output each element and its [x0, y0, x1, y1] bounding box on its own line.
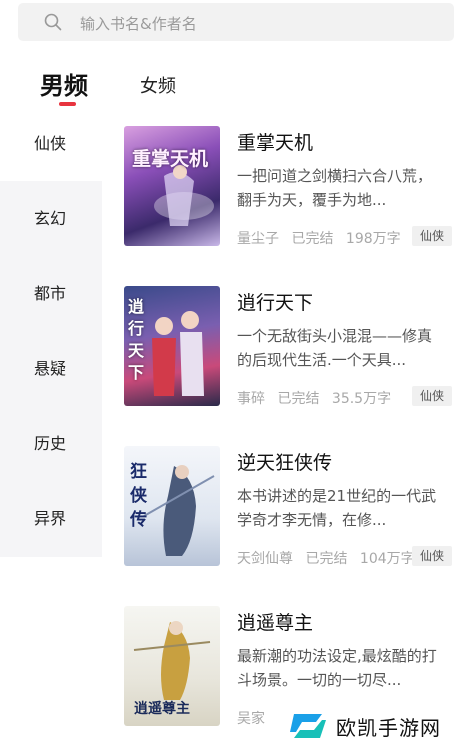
- watermark-logo-icon: [290, 714, 326, 738]
- book-item[interactable]: 狂侠传 逆天狂侠传 本书讲述的是21世纪的一代武学奇才李无情，在修... 天剑仙…: [124, 446, 464, 568]
- sidebar-item-yijie[interactable]: 异界: [0, 482, 102, 556]
- book-tag[interactable]: 仙侠: [412, 546, 453, 566]
- search-icon: [44, 13, 62, 31]
- category-sidebar: 仙侠 玄幻 都市 悬疑 历史 异界: [0, 107, 102, 557]
- active-tab-indicator: [59, 102, 76, 106]
- search-placeholder[interactable]: 输入书名&作者名: [80, 13, 197, 34]
- book-author: 天剑仙尊: [237, 551, 293, 567]
- book-author: 量尘子: [237, 231, 279, 247]
- search-bar[interactable]: 输入书名&作者名: [18, 3, 454, 41]
- book-title[interactable]: 逆天狂侠传: [237, 448, 332, 475]
- book-title[interactable]: 重掌天机: [237, 128, 313, 155]
- book-author: 吴家: [237, 711, 265, 727]
- book-meta: 量尘子 已完结 198万字: [237, 228, 409, 248]
- book-meta: 天剑仙尊 已完结 104万字: [237, 548, 423, 568]
- sidebar-item-xuanyi[interactable]: 悬疑: [0, 332, 102, 406]
- book-description: 最新潮的功法设定,最炫酷的打斗场景。一切的一切尽...: [237, 647, 437, 689]
- book-cover[interactable]: 逍遥尊主: [124, 606, 220, 726]
- book-description: 一个无敌街头小混混——修真的后现代生活.一个天具...: [237, 327, 433, 369]
- sidebar-item-dushi[interactable]: 都市: [0, 257, 102, 331]
- tab-female[interactable]: 女频: [140, 72, 176, 98]
- cover-title: 逍行天下: [128, 297, 145, 382]
- book-item[interactable]: 重掌天机 重掌天机 一把问道之剑横扫六合八荒，翻手为天，覆手为地... 量尘子 …: [124, 126, 464, 248]
- cover-title: 逍遥尊主: [134, 701, 190, 717]
- book-status: 已完结: [291, 231, 334, 247]
- book-words: 35.5万字: [331, 391, 392, 407]
- cover-title: 狂侠传: [130, 462, 147, 530]
- book-description: 本书讲述的是21世纪的一代武学奇才李无情，在修...: [237, 487, 437, 529]
- sidebar-item-xianxia[interactable]: 仙侠: [0, 107, 102, 181]
- book-words: 198万字: [345, 231, 401, 247]
- book-cover[interactable]: 狂侠传: [124, 446, 220, 566]
- cover-title: 重掌天机: [132, 148, 209, 170]
- tab-male[interactable]: 男频: [40, 66, 88, 101]
- book-tag[interactable]: 仙侠: [412, 226, 453, 246]
- watermark: 欧凯手游网: [282, 706, 470, 747]
- book-title[interactable]: 逍遥尊主: [237, 608, 313, 635]
- gender-tabs: 男频 女频: [0, 62, 470, 110]
- sidebar-item-xuanhuan[interactable]: 玄幻: [0, 182, 102, 256]
- book-title[interactable]: 逍行天下: [237, 288, 313, 315]
- book-description: 一把问道之剑横扫六合八荒，翻手为天，覆手为地...: [237, 167, 433, 209]
- book-cover[interactable]: 逍行天下: [124, 286, 220, 406]
- book-words: 104万字: [359, 551, 415, 567]
- sidebar-item-lishi[interactable]: 历史: [0, 407, 102, 481]
- book-tag[interactable]: 仙侠: [412, 386, 453, 406]
- book-meta: 事碎 已完结 35.5万字: [237, 388, 399, 408]
- book-author: 事碎: [237, 391, 265, 407]
- book-status: 已完结: [277, 391, 320, 407]
- watermark-text: 欧凯手游网: [336, 716, 441, 740]
- book-meta: 吴家: [237, 708, 273, 728]
- book-status: 已完结: [305, 551, 348, 567]
- book-cover[interactable]: 重掌天机: [124, 126, 220, 246]
- book-item[interactable]: 逍行天下 逍行天下 一个无敌街头小混混——修真的后现代生活.一个天具... 事碎…: [124, 286, 464, 408]
